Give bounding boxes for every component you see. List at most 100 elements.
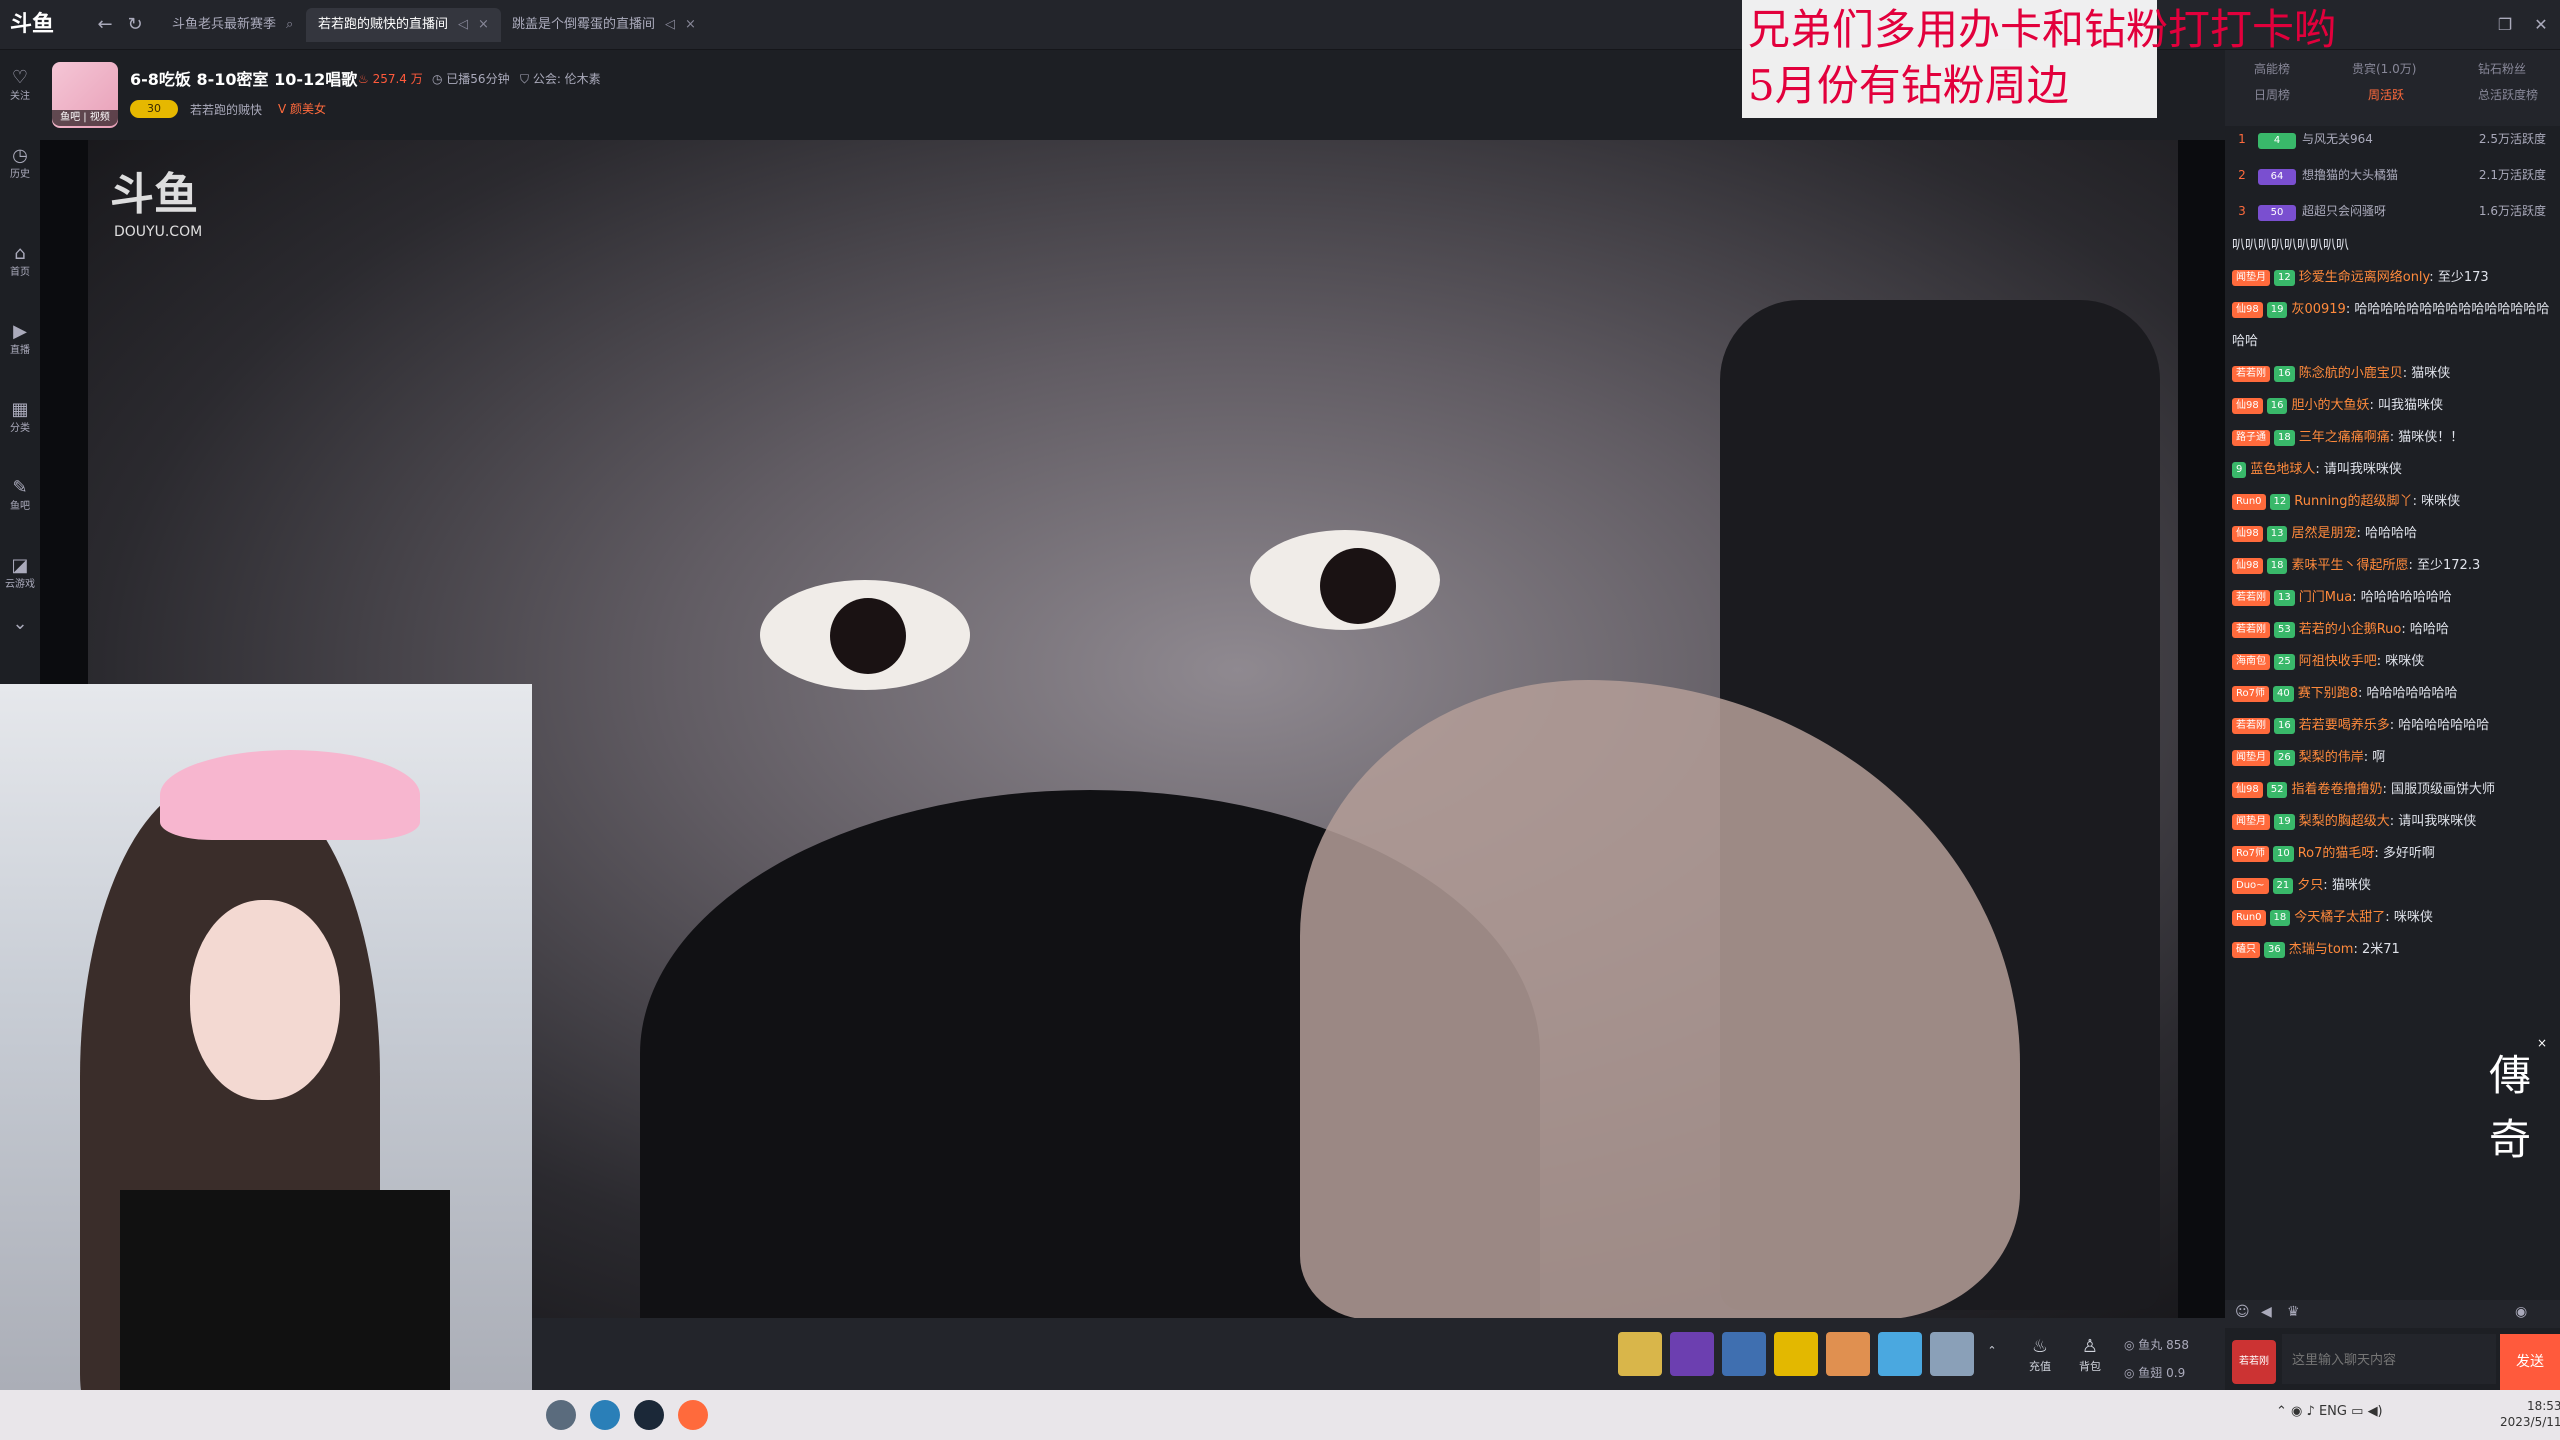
douyu-logo[interactable]: 斗鱼 — [10, 8, 80, 42]
gift-item[interactable] — [1878, 1332, 1922, 1376]
rank-tab[interactable]: 高能榜 — [2254, 60, 2290, 77]
tab-3[interactable]: 跳盖是个倒霉蛋的直播间 ◁ × — [500, 8, 708, 42]
tab-1[interactable]: 斗鱼老兵最新赛季 ⌕ — [160, 8, 305, 42]
sidebar-item-history[interactable]: ◷ 历史 — [0, 138, 40, 198]
chat-username[interactable]: 梨梨的伟岸 — [2299, 750, 2364, 765]
chat-message[interactable]: 仙98 18 素味平生丶得起所愿: 至少172.3 — [2232, 550, 2552, 582]
my-fan-badge[interactable]: 若若刚 — [2232, 1340, 2276, 1384]
recharge-button[interactable]: ♨ 充值 — [2020, 1336, 2060, 1374]
restore-icon[interactable]: ❐ — [2490, 12, 2520, 38]
chat-message[interactable]: 9 蓝色地球人: 请叫我咪咪侠 — [2232, 454, 2552, 486]
chat-message[interactable]: 若若刚 53 若若的小企鹅Ruo: 哈哈哈 — [2232, 614, 2552, 646]
chat-username[interactable]: 赛下别跑8 — [2298, 686, 2358, 701]
system-tray[interactable]: ⌃ ◉ ♪ ENG ▭ ◀) — [2276, 1404, 2383, 1419]
steam-icon[interactable] — [634, 1400, 664, 1430]
chat-message[interactable]: 闻垫月 19 梨梨的胸超级大: 请叫我咪咪侠 — [2232, 806, 2552, 838]
close-icon[interactable]: × — [478, 17, 489, 32]
rank-tab[interactable]: 周活跃 — [2368, 86, 2404, 103]
chat-message[interactable]: 闻垫月 26 梨梨的伟岸: 啊 — [2232, 742, 2552, 774]
chat-username[interactable]: 夕只 — [2297, 878, 2323, 893]
chat-input[interactable] — [2282, 1334, 2496, 1384]
close-icon[interactable]: × — [685, 17, 696, 32]
chat-username[interactable]: 门门Mua — [2299, 590, 2352, 605]
task-app-icon[interactable] — [546, 1400, 576, 1430]
anchor-name[interactable]: 若若跑的贼快 — [190, 101, 262, 118]
chat-username[interactable]: 若若要喝养乐多 — [2299, 718, 2390, 733]
chat-username[interactable]: 灰00919 — [2291, 302, 2345, 317]
chat-username[interactable]: 胆小的大鱼妖 — [2291, 398, 2369, 413]
chat-message[interactable]: 仙98 19 灰00919: 哈哈哈哈哈哈哈哈哈哈哈哈哈哈哈哈哈 — [2232, 294, 2552, 358]
chat-message[interactable]: 若若刚 13 门门Mua: 哈哈哈哈哈哈哈 — [2232, 582, 2552, 614]
chat-message[interactable]: 仙98 13 居然是朋宠: 哈哈哈哈 — [2232, 518, 2552, 550]
chat-message[interactable]: 闻垫月 12 珍爱生命远离网络only: 至少173 — [2232, 262, 2552, 294]
game-ad[interactable]: 傳奇 — [2478, 1044, 2542, 1164]
chat-message[interactable]: 仙98 16 胆小的大鱼妖: 叫我猫咪侠 — [2232, 390, 2552, 422]
chat-username[interactable]: 珍爱生命远离网络only — [2299, 270, 2430, 285]
sidebar-item-live[interactable]: ▶ 直播 — [0, 314, 40, 374]
ad-close-icon[interactable]: × — [2534, 1036, 2550, 1052]
chevron-up-icon[interactable]: ⌃ — [2276, 1404, 2287, 1419]
chat-message[interactable]: 路子通 18 三年之痛痛啊痛: 猫咪侠！！ — [2232, 422, 2552, 454]
tray-app-icon[interactable]: ◉ — [2291, 1404, 2302, 1419]
tab-2[interactable]: 若若跑的贼快的直播间 ◁ × — [306, 8, 501, 42]
sidebar-item-category[interactable]: ▦ 分类 — [0, 392, 40, 452]
sidebar-item-home[interactable]: ⌂ 首页 — [0, 236, 40, 296]
chat-message[interactable]: 海南包 25 阿祖快收手吧: 咪咪侠 — [2232, 646, 2552, 678]
gift-item[interactable] — [1826, 1332, 1870, 1376]
gift-item[interactable] — [1722, 1332, 1766, 1376]
chat-message[interactable]: 若若刚 16 陈念航的小鹿宝贝: 猫咪侠 — [2232, 358, 2552, 390]
mute-icon[interactable]: ◁ — [665, 17, 675, 32]
room-tag[interactable]: V 颜美女 — [278, 100, 326, 117]
chat-username[interactable]: 梨梨的胸超级大 — [2299, 814, 2390, 829]
volume-icon[interactable]: ◀) — [2368, 1404, 2383, 1419]
avatar-tag[interactable]: 鱼吧 | 视频 — [52, 110, 118, 126]
chat-username[interactable]: 蓝色地球人 — [2250, 462, 2315, 477]
backpack-button[interactable]: ♙ 背包 — [2070, 1336, 2110, 1374]
mute-icon[interactable]: ◁ — [458, 17, 468, 32]
refresh-icon[interactable]: ↻ — [122, 12, 148, 38]
task-app-icon[interactable] — [590, 1400, 620, 1430]
mic-icon[interactable]: ♪ — [2307, 1404, 2315, 1419]
sidebar-item-fishbar[interactable]: ✎ 鱼吧 — [0, 470, 40, 530]
tray-lang[interactable]: ENG — [2319, 1404, 2347, 1419]
chat-username[interactable]: 杰瑞与tom — [2289, 942, 2354, 957]
chat-message[interactable]: 仙98 52 指着卷卷撸撸奶: 国服顶级画饼大师 — [2232, 774, 2552, 806]
rank-tab[interactable]: 总活跃度榜 — [2478, 86, 2538, 103]
chat-username[interactable]: 素味平生丶得起所愿 — [2291, 558, 2408, 573]
chat-username[interactable]: 指着卷卷撸撸奶 — [2291, 782, 2382, 797]
window-close-icon[interactable]: ✕ — [2526, 12, 2556, 38]
chat-username[interactable]: 今天橘子太甜了 — [2294, 910, 2385, 925]
chat-message[interactable]: Ro7师 40 赛下别跑8: 哈哈哈哈哈哈哈 — [2232, 678, 2552, 710]
chat-message[interactable]: Ro7师 10 Ro7的猫毛呀: 多好听啊 — [2232, 838, 2552, 870]
search-icon[interactable]: ⌕ — [286, 17, 293, 32]
rank-row[interactable]: 2 64 想撸猫的大头橘猫 2.1万活跃度 — [2232, 166, 2552, 200]
douyu-task-icon[interactable] — [678, 1400, 708, 1430]
sidebar-item-follow[interactable]: ♡ 关注 — [0, 60, 40, 120]
chat-username[interactable]: 若若的小企鹅Ruo — [2299, 622, 2402, 637]
rank-row[interactable]: 1 4 与风无关964 2.5万活跃度 — [2232, 130, 2552, 164]
chat-username[interactable]: Running的超级脚丫 — [2294, 494, 2412, 509]
emoji-icon[interactable]: ☺ — [2235, 1304, 2250, 1320]
crown-icon[interactable]: ♛ — [2287, 1304, 2300, 1320]
gift-item[interactable] — [1670, 1332, 1714, 1376]
rank-tab[interactable]: 日周榜 — [2254, 86, 2290, 103]
gift-item[interactable] — [1618, 1332, 1662, 1376]
guild-info[interactable]: ⛉ 公会: 伦木素 — [520, 70, 601, 87]
chat-message[interactable]: 若若刚 16 若若要喝养乐多: 哈哈哈哈哈哈哈 — [2232, 710, 2552, 742]
chat-message[interactable]: 磕只 36 杰瑞与tom: 2米71 — [2232, 934, 2552, 966]
chat-message[interactable]: 叭叭叭叭叭叭叭叭叭 — [2232, 230, 2552, 262]
back-icon[interactable]: ← — [92, 12, 118, 38]
chat-username[interactable]: 三年之痛痛啊痛 — [2299, 430, 2390, 445]
eye-icon[interactable]: ◉ — [2515, 1304, 2527, 1320]
gift-item[interactable] — [1930, 1332, 1974, 1376]
speaker-icon[interactable]: ◀ — [2261, 1304, 2272, 1320]
sidebar-more[interactable]: ⌄ — [0, 606, 40, 636]
rank-tab[interactable]: 钻石粉丝 — [2478, 60, 2526, 77]
chevron-up-icon[interactable]: ⌃ — [1980, 1344, 2004, 1357]
rank-tab[interactable]: 贵宾(1.0万) — [2352, 60, 2416, 77]
chat-message[interactable]: Duo~ 21 夕只: 猫咪侠 — [2232, 870, 2552, 902]
network-icon[interactable]: ▭ — [2351, 1404, 2363, 1419]
sidebar-item-cloud-game[interactable]: ◪ 云游戏 — [0, 548, 40, 608]
chat-username[interactable]: Ro7的猫毛呀 — [2298, 846, 2375, 861]
chat-username[interactable]: 陈念航的小鹿宝贝 — [2299, 366, 2403, 381]
